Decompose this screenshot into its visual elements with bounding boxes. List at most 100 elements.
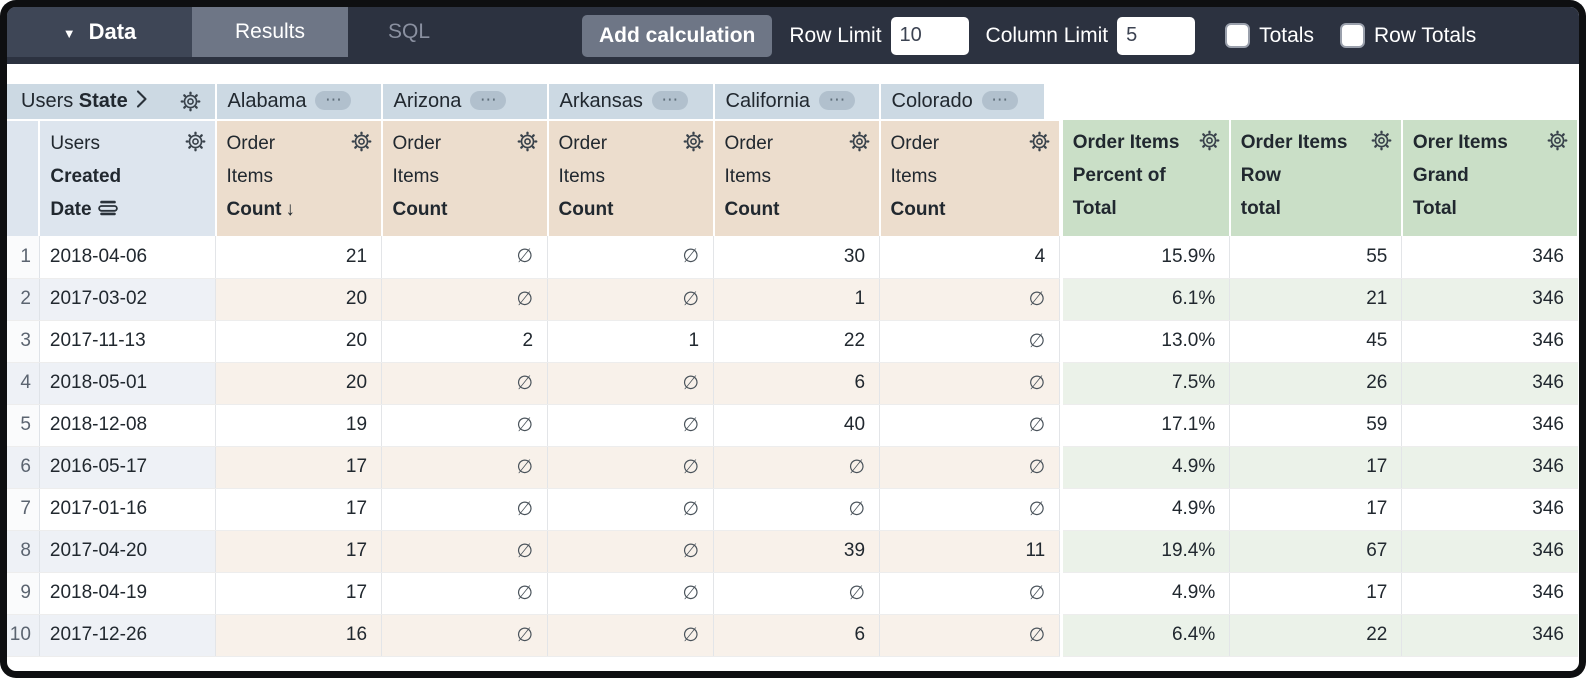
date-cell[interactable]: 2018-12-08 <box>39 404 215 446</box>
value-cell-alabama[interactable]: 20 <box>216 320 382 362</box>
value-cell-california[interactable]: 39 <box>714 530 880 572</box>
row-total-cell[interactable]: 21 <box>1230 278 1402 320</box>
row-total-cell[interactable]: 17 <box>1230 488 1402 530</box>
percent-of-total-cell[interactable]: 4.9% <box>1063 572 1230 614</box>
value-cell-alabama[interactable]: 21 <box>216 236 382 278</box>
percent-of-total-cell[interactable]: 15.9% <box>1063 236 1230 278</box>
value-cell-california[interactable]: 6 <box>714 614 880 656</box>
calc-gear-button[interactable] <box>1546 129 1569 152</box>
calc-gear-button[interactable] <box>1370 129 1393 152</box>
value-cell-alabama[interactable]: 17 <box>216 572 382 614</box>
value-cell-alabama[interactable]: 20 <box>216 278 382 320</box>
percent-of-total-cell[interactable]: 19.4% <box>1063 530 1230 572</box>
data-menu[interactable]: ▼ Data <box>7 7 192 57</box>
pivot-value-header-colorado[interactable]: Colorado⋯ <box>880 84 1060 120</box>
column-limit-input[interactable] <box>1117 17 1195 55</box>
value-cell-alabama[interactable]: 19 <box>216 404 382 446</box>
date-cell[interactable]: 2017-11-13 <box>39 320 215 362</box>
grand-total-cell[interactable]: 346 <box>1402 236 1578 278</box>
date-cell[interactable]: 2018-04-06 <box>39 236 215 278</box>
totals-checkbox[interactable] <box>1225 23 1250 48</box>
row-total-cell[interactable]: 26 <box>1230 362 1402 404</box>
value-cell-colorado[interactable]: 11 <box>880 530 1060 572</box>
percent-of-total-cell[interactable]: 7.5% <box>1063 362 1230 404</box>
value-cell-california[interactable]: 22 <box>714 320 880 362</box>
row-totals-checkbox[interactable] <box>1340 23 1365 48</box>
value-cell-california[interactable]: 40 <box>714 404 880 446</box>
row-total-cell[interactable]: 55 <box>1230 236 1402 278</box>
calc-header-grand-total[interactable]: Orer ItemsGrandTotal <box>1402 120 1578 236</box>
row-total-cell[interactable]: 45 <box>1230 320 1402 362</box>
pivot-value-header-arizona[interactable]: Arizona⋯ <box>382 84 548 120</box>
measure-header-arizona[interactable]: OrderItemsCount <box>382 120 548 236</box>
value-cell-alabama[interactable]: 17 <box>216 446 382 488</box>
ellipsis-icon[interactable]: ⋯ <box>470 91 506 110</box>
dimension-gear-button[interactable] <box>184 130 207 153</box>
ellipsis-icon[interactable]: ⋯ <box>819 91 855 110</box>
percent-of-total-cell[interactable]: 13.0% <box>1063 320 1230 362</box>
grand-total-cell[interactable]: 346 <box>1402 446 1578 488</box>
measure-gear-button[interactable] <box>848 130 871 153</box>
row-limit-input[interactable] <box>891 17 969 55</box>
calc-gear-button[interactable] <box>1198 129 1221 152</box>
value-cell-alabama[interactable]: 20 <box>216 362 382 404</box>
date-cell[interactable]: 2017-04-20 <box>39 530 215 572</box>
date-cell[interactable]: 2017-03-02 <box>39 278 215 320</box>
tab-results[interactable]: Results <box>192 7 348 57</box>
measure-gear-button[interactable] <box>516 130 539 153</box>
value-cell-alabama[interactable]: 17 <box>216 530 382 572</box>
pivot-dimension-header[interactable]: Users State <box>7 84 216 120</box>
dimension-header-users-created-date[interactable]: UsersCreatedDate <box>39 120 215 236</box>
grand-total-cell[interactable]: 346 <box>1402 320 1578 362</box>
percent-of-total-cell[interactable]: 4.9% <box>1063 446 1230 488</box>
date-cell[interactable]: 2018-05-01 <box>39 362 215 404</box>
pivot-dimension-gear-button[interactable] <box>179 90 202 113</box>
value-cell-alabama[interactable]: 17 <box>216 488 382 530</box>
add-calculation-button[interactable]: Add calculation <box>582 15 772 57</box>
percent-of-total-cell[interactable]: 4.9% <box>1063 488 1230 530</box>
measure-header-alabama[interactable]: OrderItemsCount↓ <box>216 120 382 236</box>
null-value-icon: ∅ <box>1029 499 1046 520</box>
ellipsis-icon[interactable]: ⋯ <box>982 91 1018 110</box>
ellipsis-icon[interactable]: ⋯ <box>652 91 688 110</box>
value-cell-arkansas[interactable]: 1 <box>548 320 714 362</box>
date-cell[interactable]: 2018-04-19 <box>39 572 215 614</box>
grand-total-cell[interactable]: 346 <box>1402 572 1578 614</box>
value-cell-california[interactable]: 6 <box>714 362 880 404</box>
measure-gear-button[interactable] <box>350 130 373 153</box>
percent-of-total-cell[interactable]: 6.1% <box>1063 278 1230 320</box>
date-cell[interactable]: 2017-12-26 <box>39 614 215 656</box>
grand-total-cell[interactable]: 346 <box>1402 362 1578 404</box>
percent-of-total-cell[interactable]: 6.4% <box>1063 614 1230 656</box>
value-cell-colorado[interactable]: 4 <box>880 236 1060 278</box>
calc-header-row-total[interactable]: Order ItemsRowtotal <box>1230 120 1402 236</box>
grand-total-cell[interactable]: 346 <box>1402 614 1578 656</box>
grand-total-cell[interactable]: 346 <box>1402 488 1578 530</box>
measure-gear-button[interactable] <box>682 130 705 153</box>
row-total-cell[interactable]: 22 <box>1230 614 1402 656</box>
measure-header-colorado[interactable]: OrderItemsCount <box>880 120 1060 236</box>
measure-gear-button[interactable] <box>1028 130 1051 153</box>
grand-total-cell[interactable]: 346 <box>1402 278 1578 320</box>
row-total-cell[interactable]: 67 <box>1230 530 1402 572</box>
row-total-cell[interactable]: 59 <box>1230 404 1402 446</box>
value-cell-california[interactable]: 30 <box>714 236 880 278</box>
date-cell[interactable]: 2016-05-17 <box>39 446 215 488</box>
value-cell-alabama[interactable]: 16 <box>216 614 382 656</box>
grand-total-cell[interactable]: 346 <box>1402 530 1578 572</box>
ellipsis-icon[interactable]: ⋯ <box>315 91 351 110</box>
value-cell-california[interactable]: 1 <box>714 278 880 320</box>
tab-sql[interactable]: SQL <box>348 7 470 57</box>
pivot-value-header-alabama[interactable]: Alabama⋯ <box>216 84 382 120</box>
grand-total-cell[interactable]: 346 <box>1402 404 1578 446</box>
percent-of-total-cell[interactable]: 17.1% <box>1063 404 1230 446</box>
row-total-cell[interactable]: 17 <box>1230 446 1402 488</box>
pivot-value-header-california[interactable]: California⋯ <box>714 84 880 120</box>
value-cell-arizona[interactable]: 2 <box>382 320 548 362</box>
pivot-value-header-arkansas[interactable]: Arkansas⋯ <box>548 84 714 120</box>
measure-header-california[interactable]: OrderItemsCount <box>714 120 880 236</box>
calc-header-percent-of-total[interactable]: Order ItemsPercent ofTotal <box>1063 120 1230 236</box>
row-total-cell[interactable]: 17 <box>1230 572 1402 614</box>
date-cell[interactable]: 2017-01-16 <box>39 488 215 530</box>
measure-header-arkansas[interactable]: OrderItemsCount <box>548 120 714 236</box>
